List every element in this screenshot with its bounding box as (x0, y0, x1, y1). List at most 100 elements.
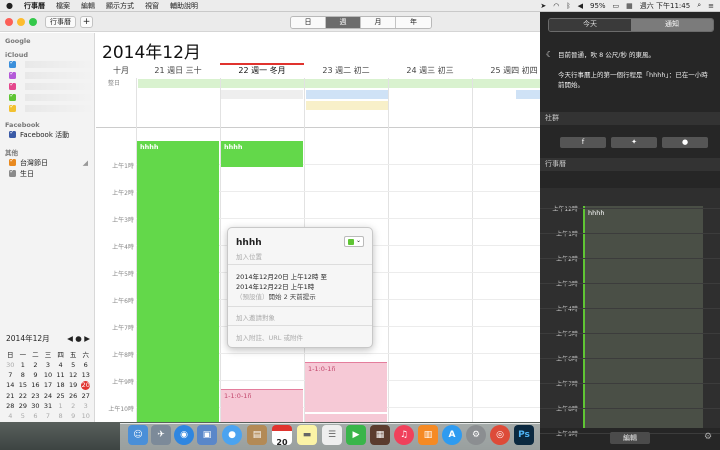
mini-day[interactable]: 2 (29, 361, 42, 369)
notes-field[interactable]: 加入附註、URL 或附件 (236, 332, 303, 342)
mini-day[interactable]: 1 (54, 402, 67, 410)
all-day-row[interactable]: 整日 (96, 78, 540, 128)
day-column[interactable] (220, 78, 221, 422)
mini-day[interactable]: 6 (29, 412, 42, 420)
popover-title[interactable]: hhhh (236, 238, 262, 248)
checkbox-icon[interactable] (9, 168, 16, 177)
checkbox-icon[interactable] (9, 103, 16, 112)
notification-center-icon[interactable]: ≡ (708, 2, 714, 10)
safari-icon[interactable]: ◉ (174, 425, 194, 445)
mini-day[interactable]: 30 (4, 361, 17, 369)
reminders-icon[interactable]: ☰ (322, 425, 342, 445)
sidebar-item-icloud-4[interactable] (0, 92, 94, 103)
mini-day[interactable]: 5 (67, 361, 80, 369)
mini-day[interactable]: 4 (4, 412, 17, 420)
checkbox-icon[interactable] (9, 59, 16, 68)
all-day-event-blurred[interactable] (306, 90, 388, 99)
gear-icon[interactable]: ⚙ (704, 432, 712, 442)
event-end[interactable]: 2014年12月22日 上午1時 (236, 281, 314, 291)
mini-day[interactable]: 31 (42, 402, 55, 410)
location-field[interactable]: 加入位置 (236, 251, 262, 261)
checkbox-icon[interactable] (9, 129, 16, 138)
mini-day[interactable]: 23 (29, 392, 42, 400)
notes-icon[interactable]: ▬ (297, 425, 317, 445)
zoom-button[interactable] (29, 18, 37, 26)
mini-day[interactable]: 5 (17, 412, 30, 420)
event-pink-tue[interactable]: 1-1:0-1ñ (305, 362, 387, 412)
tab-year[interactable]: 年 (396, 17, 431, 28)
volume-icon[interactable]: ◀ (578, 2, 583, 10)
mini-day[interactable]: 16 (29, 381, 42, 390)
mini-day[interactable]: 10 (79, 412, 92, 420)
wifi-icon[interactable]: ◠ (553, 2, 559, 10)
sidebar-item-facebook[interactable]: Facebook 活動 (0, 129, 94, 140)
mini-day[interactable]: 22 (17, 392, 30, 400)
day-column[interactable] (472, 78, 473, 422)
mini-day[interactable]: 21 (4, 392, 17, 400)
calendar-color-selector[interactable]: ⌄ (344, 236, 364, 247)
chrome-icon[interactable]: ◎ (490, 425, 510, 445)
twitter-share-button[interactable]: ✦ (611, 137, 657, 148)
photoshop-icon[interactable]: Ps (514, 425, 534, 445)
menu-edit[interactable]: 編輯 (81, 1, 95, 11)
mini-day[interactable]: 3 (42, 361, 55, 369)
nc-event-hhhh[interactable]: hhhh (583, 206, 703, 428)
checkbox-icon[interactable] (9, 81, 16, 90)
menu-view[interactable]: 顯示方式 (106, 1, 134, 11)
calendars-button[interactable]: 行事曆 (45, 16, 76, 28)
mini-day[interactable]: 25 (54, 392, 67, 400)
day-column[interactable] (388, 78, 389, 422)
day-header-thu[interactable]: 25 週四 初四 (472, 65, 540, 77)
all-day-event-blurred[interactable] (516, 90, 540, 99)
mini-day[interactable]: 1 (17, 361, 30, 369)
input-method-icon[interactable]: ▦ (626, 2, 633, 10)
mini-day-today[interactable]: 20 (81, 381, 91, 390)
menu-file[interactable]: 檔案 (56, 1, 70, 11)
system-preferences-icon[interactable]: ⚙ (466, 425, 486, 445)
mini-day[interactable]: 9 (29, 371, 42, 379)
event-pink-tue-2[interactable] (305, 414, 387, 422)
mini-day[interactable]: 6 (79, 361, 92, 369)
calendar-app-icon[interactable]: 20 (272, 425, 292, 447)
contacts-icon[interactable]: ▤ (247, 425, 267, 445)
event-hhhh-sun[interactable]: hhhh (137, 141, 219, 422)
mini-day[interactable]: 30 (29, 402, 42, 410)
menu-app-name[interactable]: 行事曆 (24, 1, 45, 11)
finder-icon[interactable]: ☺ (128, 425, 148, 445)
battery-percent[interactable]: 95% (590, 2, 606, 10)
spotlight-search-icon[interactable]: ⌕ (697, 1, 701, 10)
mini-day[interactable]: 26 (67, 392, 80, 400)
mini-day[interactable]: 14 (4, 381, 17, 390)
mini-day[interactable]: 29 (17, 402, 30, 410)
mini-day[interactable]: 8 (17, 371, 30, 379)
sidebar-item-icloud-3[interactable] (0, 81, 94, 92)
sidebar-item-birthdays[interactable]: 生日 (0, 168, 94, 179)
location-icon[interactable]: ➤ (540, 2, 546, 10)
event-pink-mon[interactable]: 1-1:0-1ñ (221, 389, 303, 422)
minimize-button[interactable] (17, 18, 25, 26)
mini-day[interactable]: 27 (79, 392, 92, 400)
mini-day[interactable]: 17 (42, 381, 55, 390)
mini-day[interactable]: 8 (54, 412, 67, 420)
preview-icon[interactable]: ▣ (197, 425, 217, 445)
mini-calendar-nav[interactable]: ◀ ● ▶ (67, 334, 90, 343)
tab-week[interactable]: 週 (326, 17, 361, 28)
mini-day[interactable]: 11 (54, 371, 67, 379)
mini-day[interactable]: 2 (67, 402, 80, 410)
battery-icon[interactable]: ▭ (613, 2, 620, 10)
mini-day[interactable]: 12 (67, 371, 80, 379)
menu-window[interactable]: 視窗 (145, 1, 159, 11)
mini-day[interactable]: 7 (42, 412, 55, 420)
all-day-event-blurred[interactable] (138, 79, 540, 88)
messages-share-button[interactable]: ● (662, 137, 708, 148)
mini-day[interactable]: 24 (42, 392, 55, 400)
day-header-wed[interactable]: 24 週三 初三 (388, 65, 472, 77)
event-hhhh-mon[interactable]: hhhh (221, 141, 303, 167)
sidebar-item-icloud-5[interactable] (0, 103, 94, 114)
checkbox-icon[interactable] (9, 70, 16, 79)
facetime-icon[interactable]: ▶ (346, 425, 366, 445)
app-store-icon[interactable]: A (442, 425, 462, 445)
all-day-event-blurred[interactable] (306, 101, 388, 110)
checkbox-icon[interactable] (9, 157, 16, 166)
apple-menu-icon[interactable]: ● (6, 1, 16, 10)
